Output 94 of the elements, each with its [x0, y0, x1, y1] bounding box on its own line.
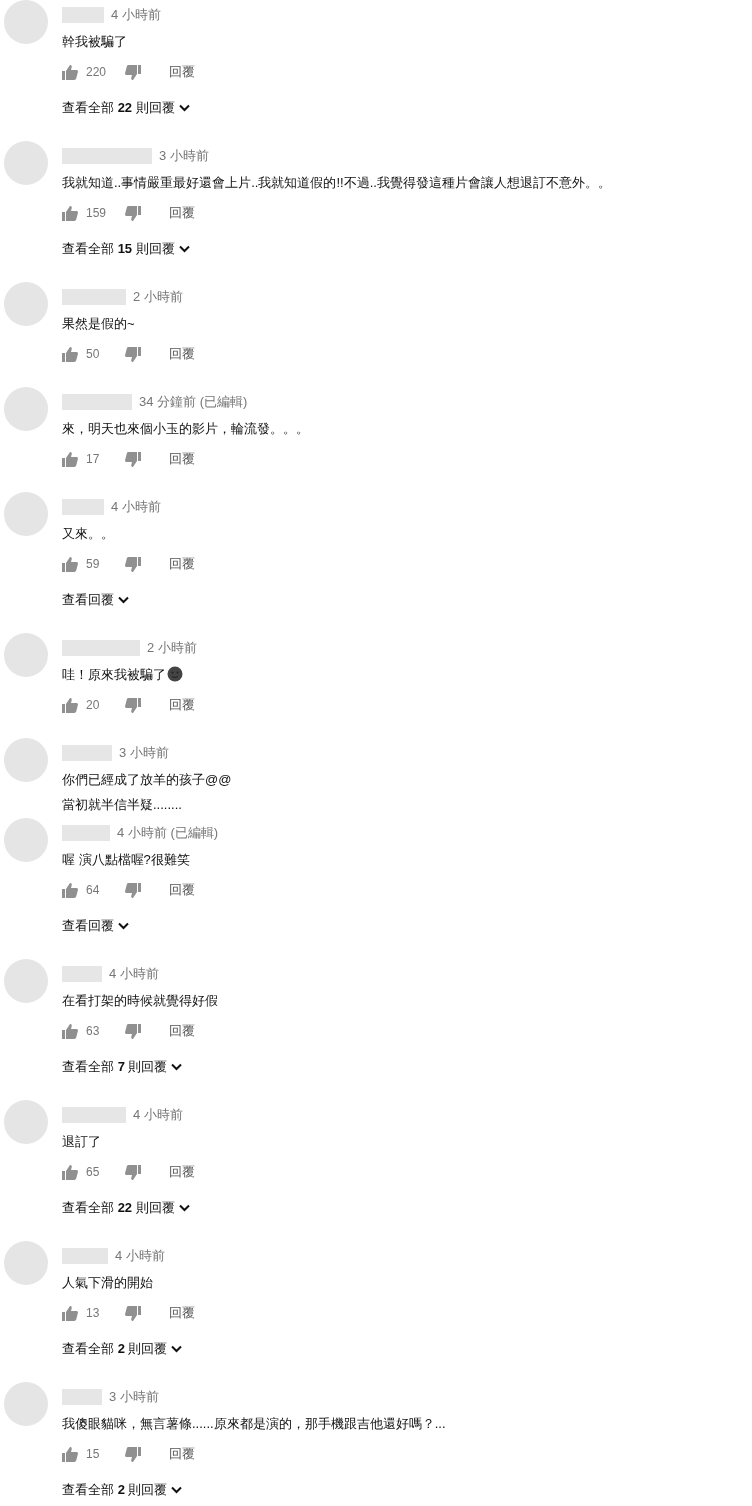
comment-timestamp[interactable]: 4 小時前 [115, 1247, 165, 1265]
like-count: 50 [86, 347, 101, 361]
comment-timestamp[interactable]: 3 小時前 [159, 147, 209, 165]
redacted-username [62, 825, 110, 841]
comment-text: 我就知道..事情嚴重最好還會上片..我就知道假的!!不過..我覺得發這種片會讓人想退訂不意外。。 [62, 174, 611, 192]
view-replies-button[interactable]: 查看回覆 [62, 910, 219, 942]
redacted-username [62, 1389, 102, 1405]
comment-text: 又來。。 [62, 525, 115, 543]
like-count: 159 [86, 206, 108, 220]
comment-timestamp[interactable]: 4 小時前 [133, 1106, 183, 1124]
thumbs-down-icon[interactable] [125, 1305, 141, 1321]
like-count: 64 [86, 883, 101, 897]
chevron-down-icon[interactable] [171, 1486, 183, 1494]
redacted-username [62, 289, 126, 305]
comment-timestamp[interactable]: 2 小時前 [147, 639, 197, 657]
chevron-down-icon[interactable] [178, 1204, 190, 1212]
thumbs-up-icon[interactable] [62, 346, 78, 362]
thumbs-down-icon[interactable] [125, 697, 141, 713]
view-replies-button[interactable]: 查看全部 22 則回覆 [62, 1192, 195, 1224]
like-count: 63 [86, 1024, 101, 1038]
comment-timestamp[interactable]: 3 小時前 [119, 744, 169, 762]
chevron-down-icon[interactable] [118, 596, 129, 604]
comment-text: 你們已經成了放羊的孩子@@ 當初就半信半疑........ [62, 771, 232, 814]
view-replies-button[interactable]: 查看全部 2 則回覆 [62, 1333, 195, 1365]
chevron-down-icon[interactable] [178, 245, 190, 253]
comment-timestamp[interactable]: 4 小時前 [111, 6, 161, 24]
reply-button[interactable]: 回覆 [169, 345, 195, 363]
thumbs-up-icon[interactable] [62, 697, 78, 713]
reply-button[interactable]: 回覆 [169, 1022, 195, 1040]
reply-button[interactable]: 回覆 [169, 63, 195, 81]
comment-text: 果然是假的~ [62, 315, 136, 333]
chevron-down-icon[interactable] [171, 1063, 183, 1071]
like-count: 13 [86, 1306, 101, 1320]
redacted-username [62, 1248, 108, 1264]
redacted-username [62, 7, 104, 23]
thumbs-down-icon[interactable] [125, 1446, 141, 1462]
thumbs-up-icon[interactable] [62, 556, 78, 572]
thumbs-down-icon[interactable] [125, 882, 141, 898]
thumbs-up-icon[interactable] [62, 205, 78, 221]
comment-timestamp[interactable]: 34 分鐘前 (已編輯) [139, 393, 248, 411]
thumbs-down-icon[interactable] [125, 1023, 141, 1039]
thumbs-up-icon[interactable] [62, 451, 78, 467]
comment-timestamp[interactable]: 2 小時前 [133, 288, 183, 306]
thumbs-down-icon[interactable] [125, 451, 141, 467]
reply-button[interactable]: 回覆 [169, 204, 195, 222]
thumbs-down-icon[interactable] [125, 1164, 141, 1180]
redacted-username [62, 1107, 126, 1123]
thumbs-down-icon[interactable] [125, 64, 141, 80]
comment-timestamp[interactable]: 4 小時前 [111, 498, 161, 516]
redacted-username [62, 966, 102, 982]
view-replies-button[interactable]: 查看全部 15 則回覆 [62, 233, 611, 265]
thumbs-up-icon[interactable] [62, 1305, 78, 1321]
comment-timestamp[interactable]: 4 小時前 [109, 965, 159, 983]
view-replies-button[interactable]: 查看全部 7 則回覆 [62, 1051, 218, 1083]
like-count: 17 [86, 452, 101, 466]
like-count: 220 [86, 65, 108, 79]
thumbs-down-icon[interactable] [125, 556, 141, 572]
thumbs-down-icon[interactable] [125, 346, 141, 362]
chevron-down-icon[interactable] [118, 922, 129, 930]
reply-button[interactable]: 回覆 [169, 555, 195, 573]
chevron-down-icon[interactable] [178, 104, 190, 112]
chevron-down-icon[interactable] [171, 1345, 183, 1353]
reply-button[interactable]: 回覆 [169, 1163, 195, 1181]
redacted-username [62, 394, 132, 410]
comment-text: 我傻眼貓咪，無言薯條......原來都是演的，那手機跟吉他還好嗎？... [62, 1415, 446, 1433]
reply-button[interactable]: 回覆 [169, 1445, 195, 1463]
reply-button[interactable]: 回覆 [169, 450, 195, 468]
comment-text: 退訂了 [62, 1133, 102, 1151]
reply-button[interactable]: 回覆 [169, 1304, 195, 1322]
like-count: 20 [86, 698, 101, 712]
comment-text: 來，明天也來個小玉的影片，輪流發。。。 [62, 420, 309, 438]
comment-text: 人氣下滑的開始 [62, 1274, 154, 1292]
view-replies-button[interactable]: 查看全部 22 則回覆 [62, 92, 195, 124]
reply-button[interactable]: 回覆 [169, 881, 195, 899]
thumbs-down-icon[interactable] [125, 205, 141, 221]
like-count: 65 [86, 1165, 101, 1179]
comment-text: 幹我被騙了 [62, 33, 128, 51]
like-count: 59 [86, 557, 101, 571]
view-replies-button[interactable]: 查看全部 2 則回覆 [62, 1474, 446, 1506]
thumbs-up-icon[interactable] [62, 1023, 78, 1039]
reply-button[interactable]: 回覆 [169, 696, 195, 714]
thumbs-up-icon[interactable] [62, 882, 78, 898]
comment-text: 哇！原來我被騙了 [62, 662, 197, 687]
thumbs-up-icon[interactable] [62, 64, 78, 80]
like-count: 15 [86, 1447, 101, 1461]
thumbs-up-icon[interactable] [62, 1446, 78, 1462]
comment-text: 喔 演八點檔喔?很難笑 [62, 851, 191, 869]
redacted-username [62, 745, 112, 761]
thumbs-up-icon[interactable] [62, 1164, 78, 1180]
comment-timestamp[interactable]: 4 小時前 (已編輯) [117, 824, 219, 842]
redacted-username [62, 499, 104, 515]
comment-text: 在看打架的時候就覺得好假 [62, 992, 218, 1010]
view-replies-button[interactable]: 查看回覆 [62, 584, 195, 616]
comment-timestamp[interactable]: 3 小時前 [109, 1388, 159, 1406]
